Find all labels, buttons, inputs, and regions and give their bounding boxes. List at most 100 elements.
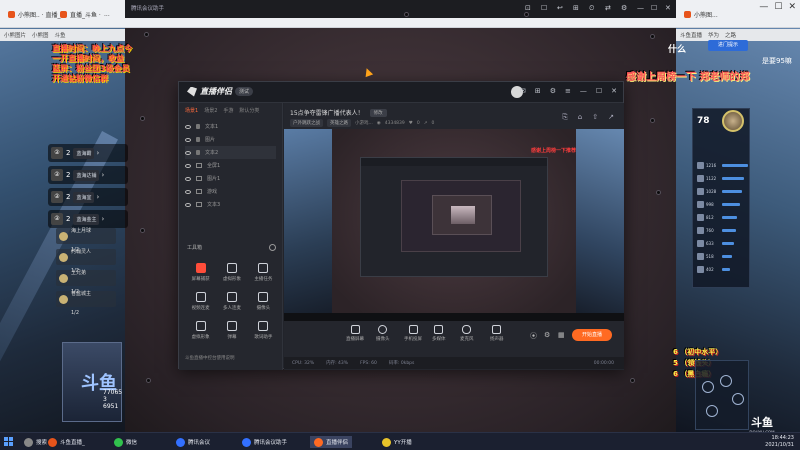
minimize-icon[interactable]: — [637, 4, 644, 12]
bookmark-item[interactable]: 小熊图 [32, 31, 49, 39]
player-score: 78 [697, 116, 710, 126]
close-icon[interactable]: ✕ [788, 2, 796, 12]
tool-danmaku[interactable]: 弹幕 [216, 321, 247, 340]
grid-icon[interactable]: ⊞ [535, 87, 541, 95]
enter-tip-button[interactable]: 进门提示 [708, 40, 748, 51]
eye-icon[interactable] [185, 189, 191, 194]
rank-item[interactable]: ② 2 蓝海霸 › [48, 144, 128, 162]
eye-icon[interactable] [185, 124, 191, 129]
tab-scene-2[interactable]: 场景2 [204, 107, 217, 114]
source-row[interactable]: 全屏1 [185, 159, 276, 172]
media-button[interactable]: 多媒体 [432, 325, 446, 342]
lock-icon[interactable] [196, 137, 200, 142]
settings-icon[interactable]: ⚙ [544, 331, 550, 339]
copy-icon[interactable]: ⎘ [562, 113, 568, 122]
tab-scene-1[interactable]: 场景1 [185, 107, 198, 114]
tab-default[interactable]: 默认分类 [239, 107, 259, 114]
source-row[interactable]: 文本3 [185, 198, 276, 211]
mini-task-title: 约翰灵人 [71, 249, 92, 255]
eye-icon[interactable] [185, 163, 191, 168]
taskbar-item[interactable]: 微信 [110, 436, 141, 448]
source-row[interactable]: 文本2 [185, 146, 276, 159]
minimize-icon[interactable]: — [759, 2, 768, 12]
microphone-button[interactable]: 麦克风 [460, 325, 474, 342]
score-bar [722, 176, 744, 180]
lock-icon[interactable] [196, 150, 200, 155]
taskbar-item[interactable]: 腾讯会议助手 [238, 436, 291, 448]
minimize-icon[interactable]: — [580, 87, 587, 95]
tool-avatar[interactable]: 虚拟形象 [216, 263, 247, 282]
browser-tab[interactable]: 小熊图... [680, 4, 722, 24]
browser-tab[interactable]: 直播_斗鱼 · [56, 4, 105, 24]
source-row[interactable]: 游戏 [185, 185, 276, 198]
maximize-icon[interactable]: ☐ [596, 87, 602, 95]
swap-icon[interactable]: ⇄ [605, 4, 611, 12]
tab-mobile[interactable]: 手游 [223, 107, 233, 114]
tool-lyrics[interactable]: 歌词助手 [248, 321, 279, 340]
close-icon[interactable]: ✕ [665, 4, 671, 12]
menu-icon[interactable]: ≡ [565, 87, 571, 95]
mini-task-item[interactable]: 苍蓝城主 1/2 [56, 291, 116, 316]
category-pill[interactable]: 英雄之路 [327, 119, 351, 127]
tool-video-link[interactable]: 视频连麦 [185, 292, 216, 311]
browser-tab[interactable]: ... [100, 4, 114, 24]
bookmark-item[interactable]: 小熊图片 [4, 31, 26, 39]
share-icon: ↗ [423, 120, 428, 126]
tool-tasks[interactable]: 主播任务 [248, 263, 279, 282]
taskbar-item[interactable]: 腾讯会议 [172, 436, 214, 448]
upload-icon[interactable]: ⇧ [592, 113, 598, 122]
rank-tag: 蓝海达铺 [73, 169, 100, 181]
taskbar-item[interactable]: 斗鱼直播_ [44, 436, 89, 448]
bookmark-item[interactable]: 斗鱼 [55, 31, 66, 39]
record-icon[interactable]: ⦿ [530, 331, 537, 341]
eye-icon[interactable] [185, 202, 191, 207]
tool-multi-link[interactable]: 多人连麦 [216, 292, 247, 311]
eye-icon[interactable] [185, 176, 191, 181]
undo-icon[interactable]: ↩ [557, 4, 563, 12]
timer-icon[interactable]: ⏲ [589, 4, 594, 13]
more-icon[interactable] [269, 244, 276, 251]
tool-screen-capture[interactable]: 屏幕捕获 [185, 263, 216, 282]
share-icon[interactable]: ↗ [608, 113, 614, 122]
edit-title-button[interactable]: 修改 [369, 108, 387, 117]
notice-line: 一开直播时间，收益 [52, 54, 124, 63]
bookmark-item[interactable]: 之路 [725, 31, 736, 39]
category-pill[interactable]: 户外跳跃之战 [290, 119, 323, 127]
taskbar-item[interactable]: YY开播 [378, 436, 416, 448]
mail-icon[interactable]: ✉ [520, 87, 526, 95]
video-link-icon [195, 292, 206, 302]
add-screen-button[interactable]: 直播屏幕 [346, 325, 364, 342]
tool-camera[interactable]: 摄像头 [248, 292, 279, 311]
bookmark-item[interactable]: 华为 [708, 31, 719, 39]
system-clock[interactable]: 18:44:23 2021/10/31 [765, 435, 794, 449]
maximize-icon[interactable]: ☐ [651, 4, 657, 12]
close-icon[interactable]: ✕ [611, 87, 617, 95]
maximize-icon[interactable]: ☐ [774, 2, 782, 12]
tool-virtual-avatar[interactable]: 虚拟形象 [185, 321, 216, 340]
rank-item[interactable]: ② 2 蓝海达铺 › [48, 166, 128, 184]
source-row[interactable]: 图片1 [185, 172, 276, 185]
lyrics-icon [258, 321, 269, 331]
phone-cast-button[interactable]: 手机投屏 [404, 325, 422, 342]
eye-icon[interactable] [185, 150, 191, 155]
home-icon[interactable]: ⌂ [578, 113, 582, 122]
eye-icon[interactable] [185, 137, 191, 142]
rank-item[interactable]: ② 2 蓝海宜 › [48, 188, 128, 206]
layout-icon[interactable]: ▦ [558, 331, 565, 339]
grid-icon[interactable]: ⊞ [573, 4, 579, 12]
add-camera-button[interactable]: 摄像头 [376, 325, 390, 342]
settings-icon[interactable]: ⚙ [550, 87, 556, 95]
stream-preview[interactable]: 感谢上周榜一下推荐 [284, 129, 624, 321]
help-link[interactable]: 斗鱼直播中控台使用说明 [185, 355, 235, 361]
screen-icon[interactable]: ⊡ [525, 4, 531, 12]
lock-icon[interactable] [196, 124, 200, 129]
start-live-button[interactable]: 开始直播 [572, 329, 612, 341]
windows-start-icon[interactable] [4, 437, 13, 446]
source-row[interactable]: 图片 [185, 133, 276, 146]
speaker-button[interactable]: 扬声器 [490, 325, 504, 342]
source-row[interactable]: 文本1 [185, 120, 276, 133]
taskbar-item[interactable]: 直播伴侣 [310, 436, 353, 448]
window-icon[interactable]: ☐ [541, 4, 547, 12]
bookmark-item[interactable]: 斗鱼直播 [680, 31, 702, 39]
settings-icon[interactable]: ⚙ [621, 4, 627, 12]
